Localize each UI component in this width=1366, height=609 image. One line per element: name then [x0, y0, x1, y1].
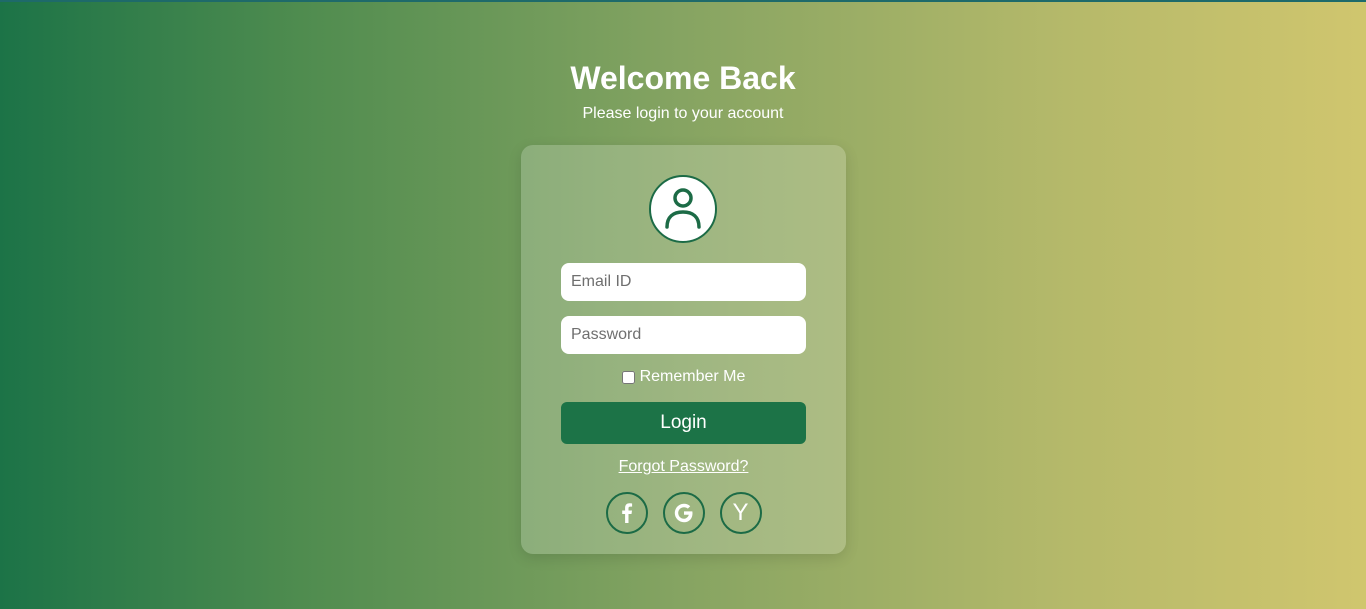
yahoo-login-button[interactable]: Y [719, 492, 762, 534]
google-icon [674, 503, 692, 523]
forgot-password-link[interactable]: Forgot Password? [521, 458, 846, 476]
password-field[interactable] [561, 316, 806, 354]
facebook-login-button[interactable] [605, 492, 648, 534]
user-icon [649, 175, 717, 243]
remember-me-checkbox[interactable] [621, 370, 635, 384]
google-login-button[interactable] [662, 492, 705, 534]
remember-me[interactable]: Remember Me [521, 368, 846, 386]
page-title: Welcome Back [570, 60, 796, 96]
login-button[interactable]: Login [561, 402, 806, 444]
top-accent-line [0, 0, 1366, 2]
remember-me-label: Remember Me [639, 368, 746, 385]
page-header: Welcome Back Please login to your accoun… [0, 58, 1366, 124]
facebook-icon [621, 503, 632, 523]
login-card: Remember Me Login Forgot Password? Y [521, 145, 846, 554]
social-login-buttons: Y [521, 492, 846, 534]
email-field[interactable] [561, 263, 806, 301]
page-subtitle: Please login to your account [582, 105, 784, 122]
yahoo-icon: Y [732, 499, 749, 526]
